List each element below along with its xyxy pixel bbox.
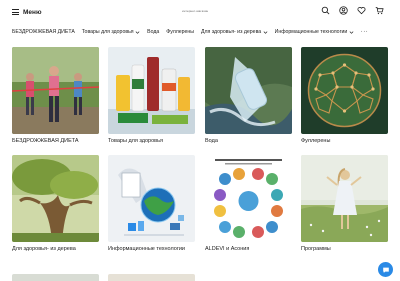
search-icon[interactable] [321, 6, 330, 15]
category-card-partial[interactable] [108, 274, 195, 281]
category-image-water[interactable] [205, 47, 292, 134]
chat-icon [382, 267, 389, 273]
menu-label: Меню [23, 8, 42, 16]
nav-item-label: Для здоровья- из дерева [201, 29, 262, 35]
nav-item-label: БЕЗДРОЖЖЕВАЯ ДИЕТА [12, 29, 75, 35]
category-image-meadow[interactable] [301, 155, 388, 242]
chevron-down-icon [349, 30, 354, 34]
chevron-down-icon [135, 30, 140, 34]
nav-item-label: Вода [147, 29, 160, 35]
category-title[interactable]: Программы [301, 246, 388, 254]
heart-icon[interactable] [357, 6, 366, 15]
category-image-fullerene[interactable] [301, 47, 388, 134]
site-header: Меню интернет-магазин [0, 0, 400, 24]
category-image-technology[interactable] [108, 155, 195, 242]
user-icon[interactable] [339, 6, 348, 15]
nav-item-label: Товары для здоровья [81, 29, 134, 35]
category-card-partial[interactable] [12, 274, 99, 281]
category-card-health-products[interactable]: Товары для здоровья [108, 47, 195, 146]
category-card-aldevi-asonia[interactable]: ALDEVI и Асония [205, 155, 292, 254]
category-image-infographic[interactable] [205, 155, 292, 242]
chevron-down-icon [263, 30, 268, 34]
category-image-runners[interactable] [12, 47, 99, 134]
header-icons [321, 6, 384, 15]
site-name: интернет-магазин [182, 9, 209, 13]
menu-button[interactable]: Меню [12, 7, 42, 17]
nav-item-wood-health[interactable]: Для здоровья- из дерева [201, 29, 268, 35]
category-title[interactable]: Информационные технологии [108, 246, 195, 254]
category-card-info-tech[interactable]: Информационные технологии [108, 155, 195, 254]
nav-item-label: Информационные технологии [274, 29, 348, 35]
category-card-yeast-free-diet[interactable]: БЕЗДРОЖЖЕВАЯ ДИЕТА [12, 47, 99, 146]
category-image-products[interactable] [108, 47, 195, 134]
category-title[interactable]: Вода [205, 138, 292, 146]
category-card-fullerenes[interactable]: Фуллерены [301, 47, 388, 146]
category-title[interactable]: Товары для здоровья [108, 138, 195, 146]
nav-item-health-products[interactable]: Товары для здоровья [82, 29, 140, 35]
nav-item-info-tech[interactable]: Информационные технологии [275, 29, 354, 35]
cart-icon[interactable] [375, 6, 384, 15]
nav-more-button[interactable]: ··· [361, 29, 369, 35]
nav-item-yeast-free-diet[interactable]: БЕЗДРОЖЖЕВАЯ ДИЕТА [12, 29, 75, 35]
category-card-programs[interactable]: Программы [301, 155, 388, 254]
category-title[interactable]: БЕЗДРОЖЖЕВАЯ ДИЕТА [12, 138, 99, 146]
nav-item-label: Фуллерены [166, 29, 194, 35]
nav-item-fullerenes[interactable]: Фуллерены [166, 29, 194, 35]
category-card-wood-health[interactable]: Для здоровья- из дерева [12, 155, 99, 254]
category-card-water[interactable]: Вода [205, 47, 292, 146]
chat-button[interactable] [378, 262, 393, 277]
category-title[interactable]: Для здоровья- из дерева [12, 246, 99, 254]
nav-item-water[interactable]: Вода [147, 29, 159, 35]
category-image-tree[interactable] [12, 155, 99, 242]
category-title[interactable]: ALDEVI и Асония [205, 246, 292, 254]
hamburger-icon [12, 9, 19, 15]
category-title[interactable]: Фуллерены [301, 138, 388, 146]
category-nav: БЕЗДРОЖЖЕВАЯ ДИЕТА Товары для здоровья В… [12, 27, 368, 37]
